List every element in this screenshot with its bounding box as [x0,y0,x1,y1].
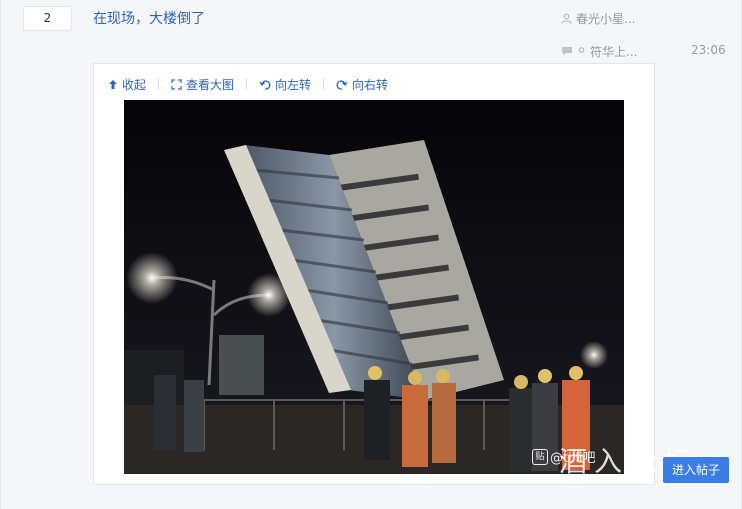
rotate-left-label: 向左转 [275,77,312,92]
user-icon [577,46,586,57]
tieba-badge: 贴 [532,448,548,465]
toolbar-divider [158,78,160,90]
view-large-label: 查看大图 [186,77,235,92]
collapse-label: 收起 [122,77,147,92]
last-reply-user[interactable]: 符华上... [590,43,637,60]
collapse-button[interactable]: 收起 [108,76,146,93]
thread-title-link[interactable]: 在现场，大楼倒了 [93,8,205,28]
user-icon [561,13,572,24]
enter-thread-button[interactable]: 进入帖子 [663,457,729,483]
last-reply-info[interactable]: 符华上... [561,43,637,60]
rotate-left-button[interactable]: 向左转 [259,76,311,93]
comment-icon [561,46,573,57]
reply-count-badge: 2 [23,6,72,31]
arrow-up-icon [108,79,118,90]
thread-list-item: 2 在现场，大楼倒了 春光小星... 符华上... 23:06 收起 查看大图 … [0,0,742,509]
last-reply-time: 23:06 [691,43,726,57]
rotate-right-label: 向右转 [352,77,389,92]
rotate-right-button[interactable]: 向右转 [336,76,388,93]
toolbar-divider [246,78,248,90]
author-name[interactable]: 春光小星... [576,10,635,27]
thread-photo[interactable] [124,100,624,474]
media-preview-box: 收起 查看大图 向左转 向右转 [93,63,655,485]
rotate-right-icon [336,79,348,90]
thread-author[interactable]: 春光小星... [561,10,635,27]
media-toolbar: 收起 查看大图 向左转 向右转 [108,74,388,94]
toolbar-divider [323,78,325,90]
rotate-left-icon [259,79,271,90]
view-large-button[interactable]: 查看大图 [171,76,234,93]
expand-icon [171,78,182,90]
